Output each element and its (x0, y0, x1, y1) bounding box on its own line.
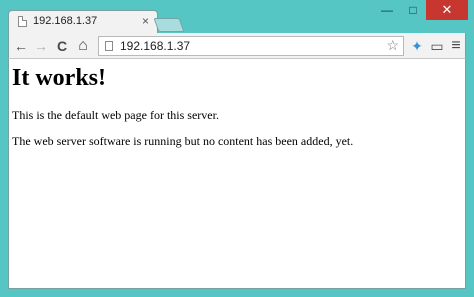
tab-strip: 192.168.1.37 × — □ ✕ (0, 0, 474, 34)
address-url[interactable]: 192.168.1.37 (120, 39, 190, 53)
extension-icon[interactable]: ✦ (408, 37, 426, 55)
maximize-button[interactable]: □ (400, 0, 426, 20)
bookmark-star-icon[interactable]: ☆ (386, 37, 399, 54)
new-tab-button[interactable] (153, 18, 185, 32)
minimize-button[interactable]: — (374, 0, 400, 20)
back-arrow-icon[interactable]: ← (12, 37, 30, 55)
browser-window: 192.168.1.37 × — □ ✕ ← → C ⌂ 192.168.1.3… (0, 0, 474, 297)
tab-active[interactable]: 192.168.1.37 × (8, 10, 158, 34)
paragraph-server-running: The web server software is running but n… (12, 134, 354, 148)
close-tab-icon[interactable]: × (142, 14, 149, 28)
forward-arrow-icon[interactable]: → (32, 37, 50, 55)
toolbar: ← → C ⌂ 192.168.1.37 ☆ ✦ ▭ ≡ (8, 33, 466, 59)
page-heading: It works! (12, 65, 106, 91)
page-content: It works! This is the default web page f… (8, 59, 466, 289)
close-window-button[interactable]: ✕ (426, 0, 468, 20)
address-bar[interactable]: 192.168.1.37 ☆ (98, 36, 404, 56)
page-icon (105, 41, 113, 51)
home-icon[interactable]: ⌂ (74, 37, 92, 55)
cast-icon[interactable]: ▭ (428, 37, 446, 55)
menu-icon[interactable]: ≡ (447, 37, 465, 55)
page-icon (18, 16, 27, 27)
paragraph-default-page: This is the default web page for this se… (12, 108, 219, 122)
window-controls: — □ ✕ (374, 0, 468, 20)
reload-icon[interactable]: C (53, 37, 71, 55)
tab-title: 192.168.1.37 (33, 15, 98, 27)
